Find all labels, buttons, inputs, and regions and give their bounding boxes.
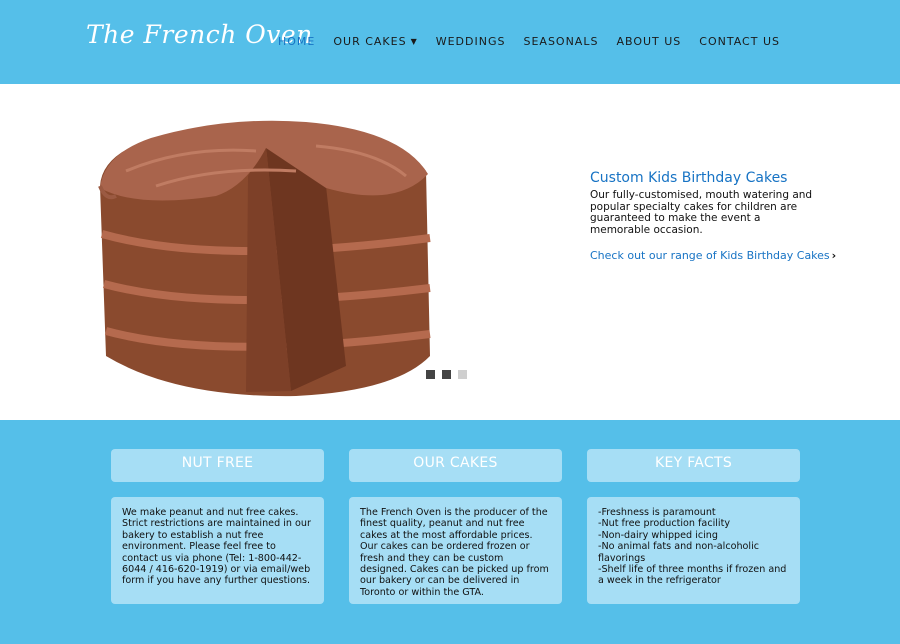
list-item: -Nut free production facility: [598, 518, 731, 530]
main-nav: HOME OUR CAKES ▼ WEDDINGS SEASONALS ABOUT…: [278, 35, 798, 48]
hero-description: Our fully-customised, mouth watering and…: [590, 189, 813, 236]
nav-weddings[interactable]: WEDDINGS: [436, 35, 506, 48]
nut-free-column: NUT FREE We make peanut and nut free cak…: [111, 449, 324, 604]
chevron-right-icon: ›: [831, 249, 837, 262]
hero-title: Custom Kids Birthday Cakes: [590, 170, 788, 186]
nav-seasonals-label: SEASONALS: [523, 35, 599, 48]
column-text: We make peanut and nut free cakes. Stric…: [111, 497, 324, 604]
kids-cakes-link-label: Check out our range of Kids Birthday Cak…: [590, 249, 830, 262]
kids-cakes-link[interactable]: Check out our range of Kids Birthday Cak…: [590, 249, 836, 262]
nav-about-us[interactable]: ABOUT US: [616, 35, 681, 48]
hero-slider: Custom Kids Birthday Cakes Our fully-cus…: [0, 84, 900, 420]
slider-dots: [426, 370, 467, 379]
list-item: -Non-dairy whipped icing: [598, 529, 718, 541]
nav-home[interactable]: HOME: [278, 35, 315, 48]
nav-weddings-label: WEDDINGS: [435, 35, 506, 48]
column-heading: NUT FREE: [111, 449, 324, 482]
column-heading: KEY FACTS: [587, 449, 800, 482]
slide-dot-2[interactable]: [442, 370, 451, 379]
list-item: -No animal fats and non-alcoholic flavor…: [598, 541, 760, 564]
chocolate-cake-image: [98, 120, 431, 397]
slide-dot-3[interactable]: [458, 370, 467, 379]
column-heading: OUR CAKES: [349, 449, 562, 482]
key-facts-column: KEY FACTS -Freshness is paramount -Nut f…: [587, 449, 800, 604]
info-section: NUT FREE We make peanut and nut free cak…: [0, 420, 900, 644]
nav-contact-us[interactable]: CONTACT US: [699, 35, 780, 48]
chevron-down-icon: ▼: [410, 37, 418, 46]
site-header: The French Oven HOME OUR CAKES ▼ WEDDINGS…: [0, 0, 900, 84]
list-item: -Freshness is paramount: [598, 507, 716, 518]
hero-caption: Custom Kids Birthday Cakes Our fully-cus…: [590, 170, 836, 263]
nav-our-cakes[interactable]: OUR CAKES ▼: [333, 35, 417, 48]
nav-about-us-label: ABOUT US: [616, 35, 682, 48]
slide-dot-1[interactable]: [426, 370, 435, 379]
our-cakes-column: OUR CAKES The French Oven is the produce…: [349, 449, 562, 604]
nav-contact-us-label: CONTACT US: [699, 35, 780, 48]
list-item: -Shelf life of three months if frozen an…: [598, 564, 787, 587]
key-facts-list: -Freshness is paramount -Nut free produc…: [587, 497, 800, 604]
column-text: The French Oven is the producer of the f…: [349, 497, 562, 604]
nav-home-label: HOME: [278, 35, 316, 48]
nav-our-cakes-label: OUR CAKES: [333, 35, 407, 48]
nav-seasonals[interactable]: SEASONALS: [523, 35, 598, 48]
